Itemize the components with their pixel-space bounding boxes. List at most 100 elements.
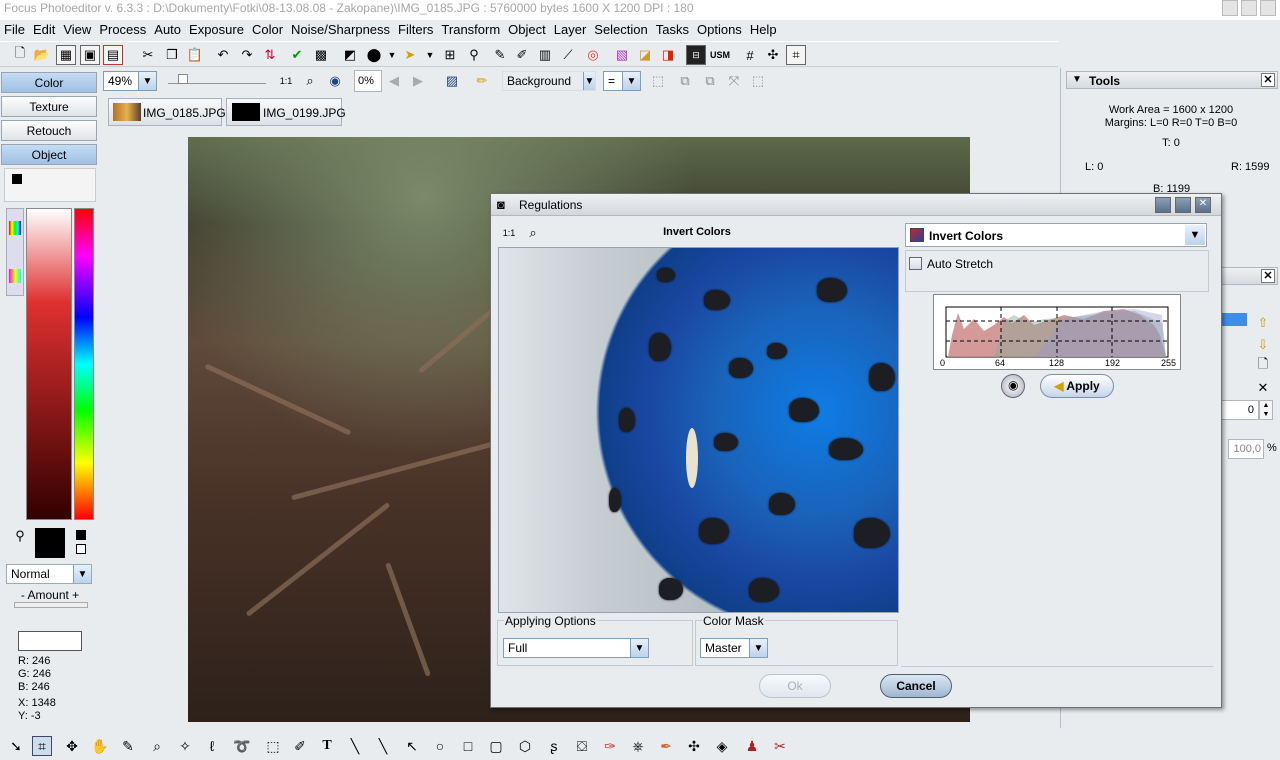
hue-icon[interactable]: ▥ [535,45,555,65]
curve-icon[interactable]: ʂ [544,736,564,756]
crop-marks-icon[interactable]: ✣ [763,45,783,65]
zoom-fit-icon[interactable]: ⌕ [300,71,320,91]
percent-field[interactable]: 100,0 [1228,439,1264,459]
ellipse-icon[interactable]: ○ [430,736,450,756]
eye-icon[interactable]: ◉ [325,71,345,91]
hue-strip[interactable] [74,208,94,520]
apply-button[interactable]: ◀ Apply [1040,374,1114,398]
rounded-rect-icon[interactable]: ▢ [486,736,506,756]
menu-process[interactable]: Process [95,20,150,37]
brush-icon[interactable]: ⬤ [364,45,384,65]
edit-layer-icon[interactable]: ✏ [472,71,492,91]
stamp-icon[interactable]: ⊞ [440,45,460,65]
menu-auto[interactable]: Auto [150,20,185,37]
menu-layer[interactable]: Layer [550,20,591,37]
curves-icon[interactable]: ⟋ [558,45,578,65]
layer-copy-icon[interactable]: ⧉ [700,71,720,91]
arrow-line-icon[interactable]: ↖ [402,736,422,756]
gradient-icon[interactable]: ◩ [340,45,360,65]
minimize-button[interactable] [1222,0,1238,16]
wand-tool-icon[interactable]: ✧ [175,736,195,756]
close-icon[interactable]: ✕ [1261,269,1275,283]
layer-select[interactable]: Background ▼ [502,71,596,91]
ok-button[interactable]: Ok [759,674,831,698]
check-icon[interactable]: ✔ [287,45,307,65]
color-field[interactable] [26,208,72,520]
red-eye-icon[interactable]: ✂ [770,736,790,756]
dodge-icon[interactable]: ✒ [656,736,676,756]
eyedropper-icon[interactable]: ✐ [512,45,532,65]
menu-file[interactable]: File [0,20,29,37]
color-mode-switch[interactable] [6,208,24,296]
arrow-down-icon[interactable]: ⇩ [1253,335,1273,355]
chevron-down-icon[interactable]: ▼ [1185,225,1205,245]
fill-icon[interactable]: ⛋ [572,736,592,756]
swatch-black[interactable] [12,174,22,184]
open-folder-icon[interactable]: 📂 [32,45,52,65]
cut-icon[interactable]: ✂ [138,45,158,65]
layer-add-icon[interactable]: ⬚ [648,71,668,91]
usm-icon[interactable]: USM [710,45,730,65]
swatch-grid[interactable] [4,168,96,202]
chevron-down-icon[interactable]: ▼ [1072,74,1082,85]
menu-exposure[interactable]: Exposure [185,20,248,37]
spinner[interactable]: ▲ ▼ [1259,400,1273,420]
doc-tab-1[interactable]: IMG_0185.JPG [108,98,226,126]
cmyk-icon[interactable] [9,269,21,283]
rgb-icon[interactable] [9,221,21,235]
brush-tool-icon[interactable]: ✎ [118,736,138,756]
effect-select[interactable]: Invert Colors ▼ [905,223,1207,247]
menu-noise-sharpness[interactable]: Noise/Sharpness [287,20,394,37]
menu-help[interactable]: Help [746,20,781,37]
layer-delete-icon[interactable]: ⬚ [748,71,768,91]
smudge-icon[interactable]: ✑ [600,736,620,756]
history-icon[interactable]: ⇅ [260,45,280,65]
magic-wand-icon[interactable]: ⚲ [464,45,484,65]
save-icon[interactable]: ▣ [80,45,100,65]
grid-select-icon[interactable]: ▩ [311,45,331,65]
preview-image[interactable] [498,247,899,613]
layer-dup-icon[interactable]: ⧉ [675,71,695,91]
preview-zoom-1to1-icon[interactable]: 1:1 [499,223,519,243]
dialog-maximize-button[interactable] [1175,197,1191,213]
menu-color[interactable]: Color [248,20,287,37]
layer-value-field[interactable]: 0 [1221,400,1259,420]
amount-slider[interactable] [14,602,88,608]
paste-icon[interactable]: 📋 [185,45,205,65]
swatch-icon[interactable]: ◪ [635,45,655,65]
undo-icon[interactable]: ↶ [213,45,233,65]
zoom-tool-icon[interactable]: ⌕ [147,736,167,756]
new-file-icon[interactable]: 🗋 [10,45,30,65]
dialog-minimize-button[interactable] [1155,197,1171,213]
blur-icon[interactable]: ◈ [712,736,732,756]
tab-object[interactable]: Object [1,144,97,165]
dialog-close-button[interactable]: ✕ [1195,197,1211,213]
eyedropper-icon[interactable]: ⚲ [10,526,30,546]
menu-object[interactable]: Object [504,20,550,37]
menu-edit[interactable]: Edit [29,20,59,37]
maximize-button[interactable] [1241,0,1257,16]
delete-layer-icon[interactable]: ✕ [1253,378,1273,398]
menu-selection[interactable]: Selection [590,20,651,37]
preview-zoom-fit-icon[interactable]: ⌕ [523,223,543,243]
plugin-icon[interactable]: ⊟ [686,45,706,65]
menu-view[interactable]: View [59,20,95,37]
doc-tab-2[interactable]: IMG_0199.JPG [226,98,346,126]
redo-icon[interactable]: ↷ [237,45,257,65]
blend-select[interactable]: = ▼ [603,71,641,91]
rectangle-icon[interactable]: □ [458,736,478,756]
line-bold-icon[interactable]: ╲ [345,736,365,756]
resize-grid-icon[interactable]: ⌗ [786,45,806,65]
zoom-slider[interactable] [168,74,266,84]
close-button[interactable] [1260,0,1276,16]
copy-icon[interactable]: ❐ [162,45,182,65]
mini-black-swatch[interactable] [76,530,86,540]
cancel-button[interactable]: Cancel [880,674,952,698]
mini-white-swatch[interactable] [76,544,86,554]
foreground-color[interactable] [35,528,65,558]
menu-transform[interactable]: Transform [437,20,504,37]
eraser-icon[interactable]: ◨ [658,45,678,65]
crop-icon[interactable]: ⌗ [32,736,52,756]
scan-icon[interactable]: ▦ [56,45,76,65]
chevron-down-icon[interactable]: ▼ [382,45,402,65]
